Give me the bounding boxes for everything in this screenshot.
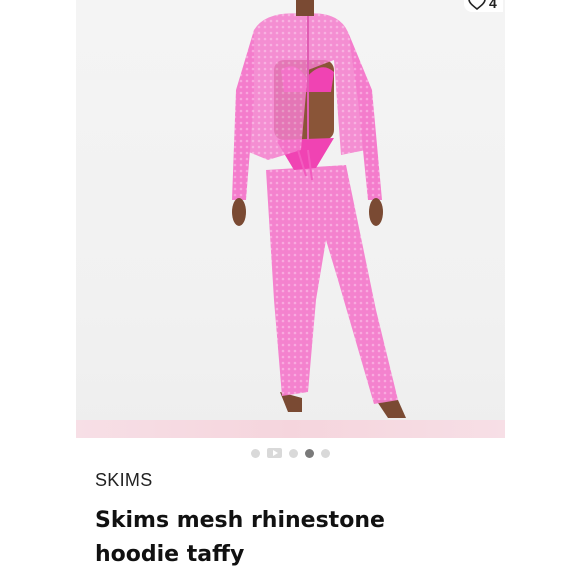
carousel-dot[interactable] — [250, 448, 260, 458]
model-figure — [232, 0, 406, 418]
brand-name[interactable]: SKIMS — [95, 470, 153, 491]
like-count: 4 — [489, 0, 497, 11]
listing-frame: 4 SKIMS Skims mesh rhinestone hoodie taf… — [0, 0, 580, 580]
carousel-indicator[interactable] — [0, 446, 580, 460]
video-indicator-icon[interactable] — [266, 448, 282, 458]
heart-icon — [468, 0, 486, 11]
carousel-dot-active[interactable] — [304, 448, 314, 458]
carousel-dot[interactable] — [320, 448, 330, 458]
listing-title: Skims mesh rhinestone hoodie taffy — [95, 508, 385, 567]
image-floor-strip — [76, 420, 505, 438]
carousel-dot[interactable] — [288, 448, 298, 458]
right-margin — [505, 0, 580, 580]
likes-badge[interactable]: 4 — [464, 0, 503, 12]
product-image[interactable] — [76, 0, 505, 438]
